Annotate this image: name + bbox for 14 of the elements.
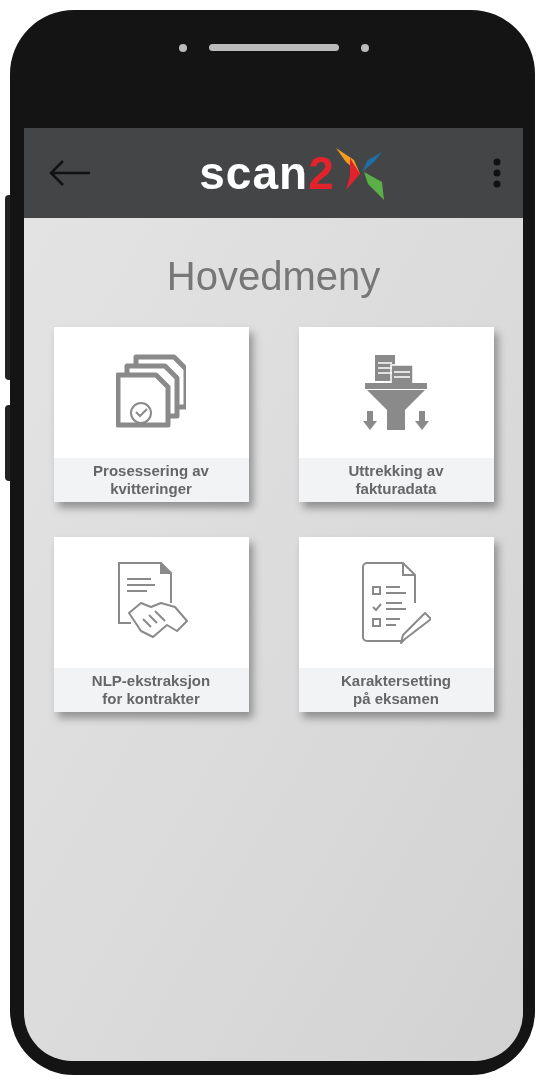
camera-dot: [178, 44, 187, 52]
page-title: Hovedmeny: [165, 254, 382, 299]
menu-tile[interactable]: Karaktersetting på eksamen: [298, 537, 494, 712]
back-arrow-icon[interactable]: [48, 159, 92, 187]
menu-tile[interactable]: NLP-ekstraksjon for kontrakter: [53, 537, 249, 712]
logo-text: scan: [199, 150, 309, 196]
checklist-pencil-icon: [361, 560, 431, 645]
sensor-dot: [360, 44, 369, 52]
logo-digit: 2: [308, 150, 334, 196]
menu-tile[interactable]: Prosessering av kvitteringer: [53, 327, 249, 502]
menu-tile[interactable]: Uttrekking av fakturadata: [298, 327, 494, 502]
funnel-documents-icon: [363, 352, 429, 433]
more-menu-icon[interactable]: [493, 158, 501, 188]
logo-mark-icon: [333, 146, 386, 200]
